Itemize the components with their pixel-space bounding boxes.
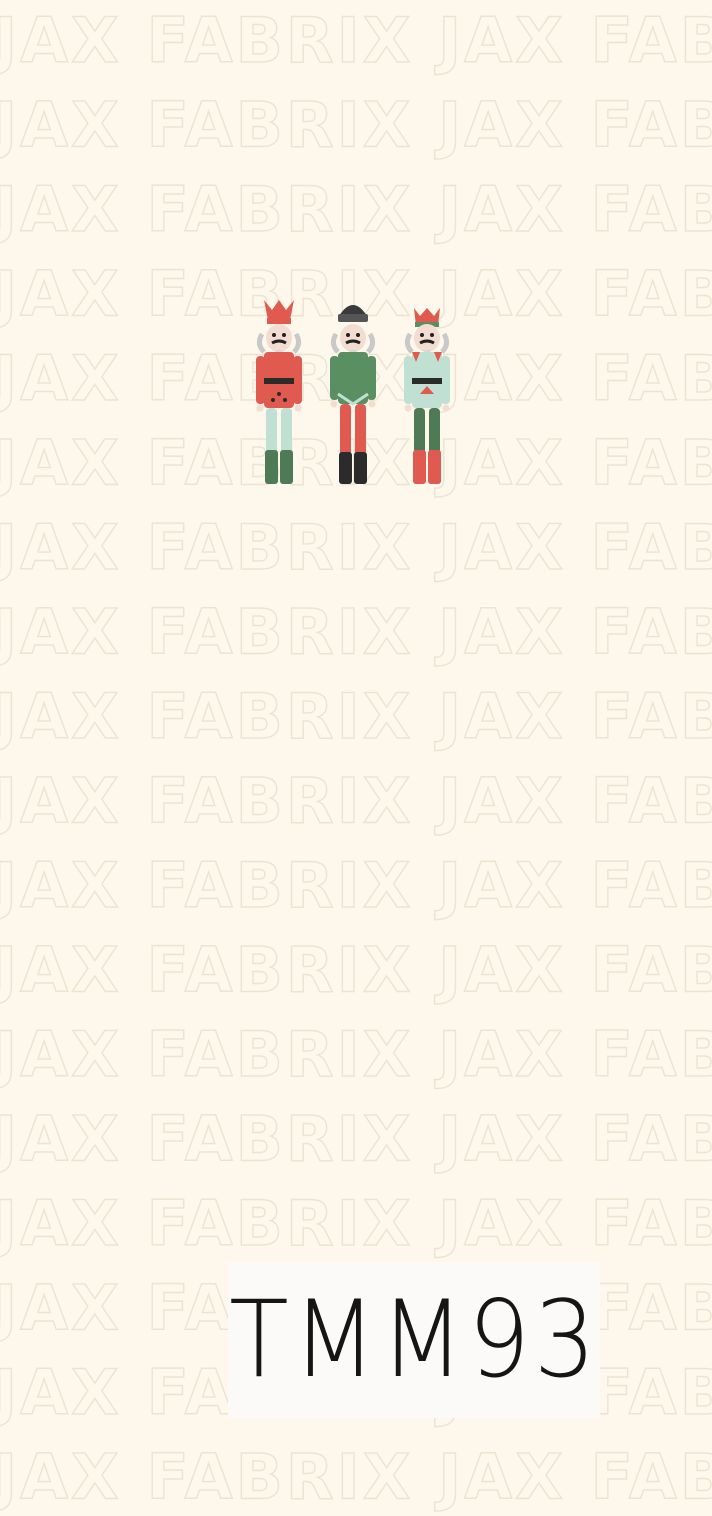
nutcracker-mint-figure: [404, 308, 450, 484]
watermark-row: JAX FABRIX JAX FABRIX JAX FABRIX JAX FAB…: [0, 511, 712, 584]
nutcracker-green-figure: [330, 305, 376, 484]
watermark-row: JAX FABRIX JAX FABRIX JAX FABRIX JAX FAB…: [0, 4, 712, 77]
watermark-row: JAX FABRIX JAX FABRIX JAX FABRIX JAX FAB…: [0, 1018, 712, 1091]
watermark-row: JAX FABRIX JAX FABRIX JAX FABRIX JAX FAB…: [0, 1187, 712, 1260]
watermark-row: JAX FABRIX JAX FABRIX JAX FABRIX JAX FAB…: [0, 596, 712, 669]
watermark-row: JAX FABRIX JAX FABRIX JAX FABRIX JAX FAB…: [0, 89, 712, 162]
nutcracker-red-figure: [256, 300, 302, 484]
product-code-text: TMM93: [228, 1278, 600, 1401]
nutcracker-illustration: [256, 300, 450, 484]
watermark-row: JAX FABRIX JAX FABRIX JAX FABRIX JAX FAB…: [0, 849, 712, 922]
watermark-row: JAX FABRIX JAX FABRIX JAX FABRIX JAX FAB…: [0, 1103, 712, 1176]
watermark-row: JAX FABRIX JAX FABRIX JAX FABRIX JAX FAB…: [0, 934, 712, 1007]
watermark-row: JAX FABRIX JAX FABRIX JAX FABRIX JAX FAB…: [0, 765, 712, 838]
product-code-label: TMM93: [228, 1262, 600, 1418]
watermark-row: JAX FABRIX JAX FABRIX JAX FABRIX JAX FAB…: [0, 1441, 712, 1514]
watermark-row: JAX FABRIX JAX FABRIX JAX FABRIX JAX FAB…: [0, 173, 712, 246]
watermark-row: JAX FABRIX JAX FABRIX JAX FABRIX JAX FAB…: [0, 680, 712, 753]
